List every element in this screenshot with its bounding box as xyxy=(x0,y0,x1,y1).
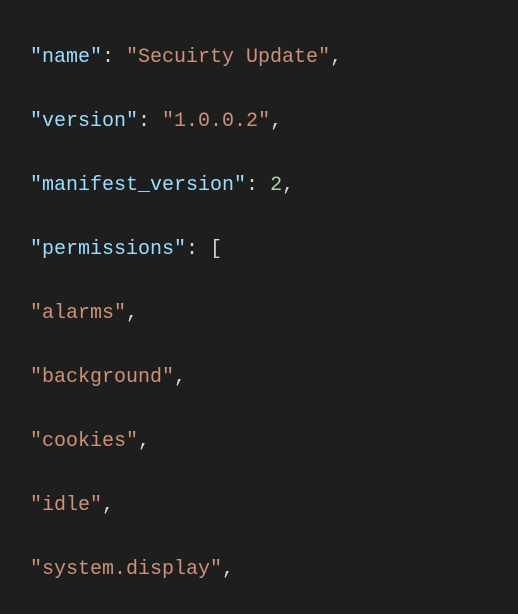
colon: : xyxy=(246,174,270,197)
open-bracket: [ xyxy=(210,238,222,261)
comma: , xyxy=(330,46,342,69)
comma: , xyxy=(174,366,186,389)
comma: , xyxy=(270,110,282,133)
comma: , xyxy=(282,174,294,197)
colon: : xyxy=(186,238,210,261)
json-string: "Secuirty Update" xyxy=(126,46,330,69)
code-line: "system.display", xyxy=(30,554,518,586)
colon: : xyxy=(138,110,162,133)
code-editor[interactable]: "name": "Secuirty Update", "version": "1… xyxy=(0,0,518,614)
json-key: "name" xyxy=(30,46,102,69)
code-line: "idle", xyxy=(30,490,518,522)
code-line: "alarms", xyxy=(30,298,518,330)
code-line: "cookies", xyxy=(30,426,518,458)
json-string: "background" xyxy=(30,366,174,389)
json-key: "permissions" xyxy=(30,238,186,261)
comma: , xyxy=(222,558,234,581)
code-line: "name": "Secuirty Update", xyxy=(30,42,518,74)
comma: , xyxy=(102,494,114,517)
comma: , xyxy=(138,430,150,453)
json-number: 2 xyxy=(270,174,282,197)
json-key: "version" xyxy=(30,110,138,133)
comma: , xyxy=(126,302,138,325)
json-string: "alarms" xyxy=(30,302,126,325)
code-line: "manifest_version": 2, xyxy=(30,170,518,202)
json-string: "1.0.0.2" xyxy=(162,110,270,133)
code-line: "background", xyxy=(30,362,518,394)
json-key: "manifest_version" xyxy=(30,174,246,197)
json-string: "idle" xyxy=(30,494,102,517)
colon: : xyxy=(102,46,126,69)
json-string: "system.display" xyxy=(30,558,222,581)
code-line: "permissions": [ xyxy=(30,234,518,266)
code-line: "version": "1.0.0.2", xyxy=(30,106,518,138)
json-string: "cookies" xyxy=(30,430,138,453)
